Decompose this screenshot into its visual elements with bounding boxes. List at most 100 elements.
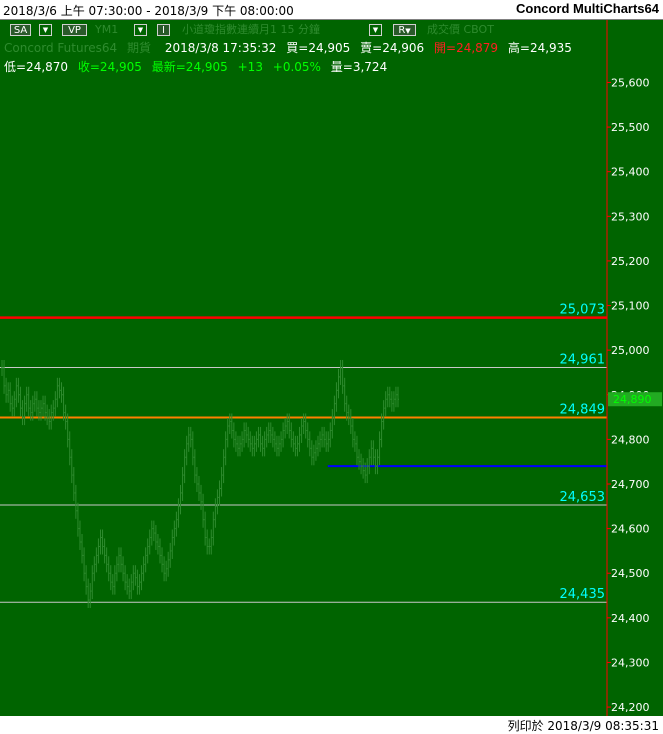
price-bar xyxy=(124,565,127,591)
ask-price: 賣=24,906 xyxy=(360,41,425,55)
price-bar xyxy=(306,422,309,448)
price-bar xyxy=(23,395,26,426)
price-bar xyxy=(269,422,272,443)
sa-dropdown-button[interactable]: ▼ xyxy=(39,24,52,36)
print-footer: 列印於 2018/3/9 08:35:31 xyxy=(0,716,663,734)
price-bar xyxy=(368,449,371,475)
price-bar xyxy=(97,538,100,564)
y-tick-label: 24,500 xyxy=(611,567,650,580)
interval-dropdown-button[interactable]: ▼ xyxy=(369,24,382,36)
price-bar xyxy=(171,529,174,559)
price-bar xyxy=(120,547,123,573)
price-bar xyxy=(294,435,297,457)
chevron-down-icon: ▼ xyxy=(137,26,144,34)
symbol-label[interactable]: YM1 xyxy=(95,23,118,37)
price-bar xyxy=(251,435,254,457)
price-bar xyxy=(95,547,98,573)
quote-datetime: 2018/3/8 17:35:32 xyxy=(164,41,277,55)
price-bar xyxy=(126,574,129,595)
price-bar xyxy=(339,359,342,385)
price-bar xyxy=(68,431,71,466)
market-category: 期貨 xyxy=(126,41,151,55)
y-tick-label: 25,300 xyxy=(611,210,650,223)
price-bar xyxy=(374,449,377,475)
price-mode-label: 成交價 CBOT xyxy=(427,23,494,36)
price-bar xyxy=(101,529,104,555)
quote-line-1: Concord Futures64 期貨 2018/3/8 17:35:32 買… xyxy=(4,41,572,55)
price-bar xyxy=(253,435,256,457)
price-bar xyxy=(378,431,381,466)
price-chart[interactable]: 25,07324,96124,84924,65324,435 25,60025,… xyxy=(0,20,663,716)
price-bar xyxy=(115,556,118,582)
price-bar xyxy=(81,533,84,564)
price-bar xyxy=(146,538,149,564)
price-bar xyxy=(187,426,190,452)
price-bar xyxy=(284,417,287,439)
price-bar xyxy=(292,431,295,452)
price-bar xyxy=(341,359,344,394)
price-bar xyxy=(222,449,225,484)
r-button[interactable]: R▼ xyxy=(393,24,416,36)
volume: 量=3,724 xyxy=(330,60,388,74)
price-bar xyxy=(329,422,332,448)
price-bar xyxy=(314,440,317,461)
price-bar xyxy=(48,409,51,430)
price-bar xyxy=(134,565,137,586)
price-bar xyxy=(70,449,73,484)
price-bar xyxy=(138,574,141,595)
price-bar xyxy=(105,547,108,573)
vp-button[interactable]: VP xyxy=(62,24,87,36)
price-bar xyxy=(62,386,65,421)
price-bar xyxy=(220,467,223,497)
price-bar xyxy=(310,440,313,466)
print-timestamp: 列印於 2018/3/9 08:35:31 xyxy=(507,719,659,733)
price-bar xyxy=(93,556,96,582)
data-source: Concord Futures64 xyxy=(4,41,118,55)
open-price: 開=24,879 xyxy=(434,41,499,55)
window-title-bar: 2018/3/6 上午 07:30:00 - 2018/3/9 下午 08:00… xyxy=(0,0,663,20)
price-bar xyxy=(91,565,94,600)
indicator-button[interactable]: I xyxy=(157,24,170,36)
price-bar xyxy=(226,417,229,448)
price-bar xyxy=(161,547,164,573)
price-bar xyxy=(388,386,391,408)
price-bar xyxy=(321,426,324,448)
y-axis-ticks: 25,600 25,500 25,400 25,300 25,200 25,100 25,0… xyxy=(607,76,662,714)
price-bar xyxy=(21,400,24,426)
level-label: 24,849 xyxy=(560,403,606,418)
price-bar xyxy=(13,391,16,417)
app-title: Concord MultiCharts64 xyxy=(515,1,659,16)
bid-price: 買=24,905 xyxy=(286,41,351,55)
price-bar xyxy=(195,467,198,493)
price-bar xyxy=(323,426,326,448)
price-bar xyxy=(87,578,90,609)
price-bar xyxy=(255,431,258,452)
price-bar xyxy=(245,422,248,443)
price-bar xyxy=(148,529,151,555)
symbol-dropdown-button[interactable]: ▼ xyxy=(134,24,147,36)
price-bar xyxy=(333,395,336,426)
price-bar xyxy=(58,377,61,399)
price-bar xyxy=(83,547,86,582)
price-bar xyxy=(263,431,266,457)
price-bar xyxy=(154,525,157,551)
y-tick-label: 25,100 xyxy=(611,300,650,313)
sa-button[interactable]: SA xyxy=(10,24,31,36)
price-bar xyxy=(19,386,22,417)
price-bar xyxy=(234,431,237,452)
price-bar xyxy=(247,426,250,448)
price-bar xyxy=(335,382,338,412)
price-bar xyxy=(376,449,379,475)
y-tick-label: 24,700 xyxy=(611,478,650,491)
price-bar xyxy=(239,435,242,457)
price-bar xyxy=(384,391,387,417)
price-levels: 25,073 24,961 24,849 24,653 24,435 xyxy=(0,303,607,603)
price-bar xyxy=(232,422,235,448)
price-bar xyxy=(265,426,268,448)
price-bar xyxy=(25,386,28,412)
price-change: +13 xyxy=(237,60,263,74)
price-bar xyxy=(15,377,18,408)
level-label: 24,435 xyxy=(560,587,606,602)
high-price: 高=24,935 xyxy=(507,41,572,55)
chart-area[interactable]: 25,073 24,961 24,849 24,653 24,435 25,600 25,… xyxy=(0,20,663,716)
